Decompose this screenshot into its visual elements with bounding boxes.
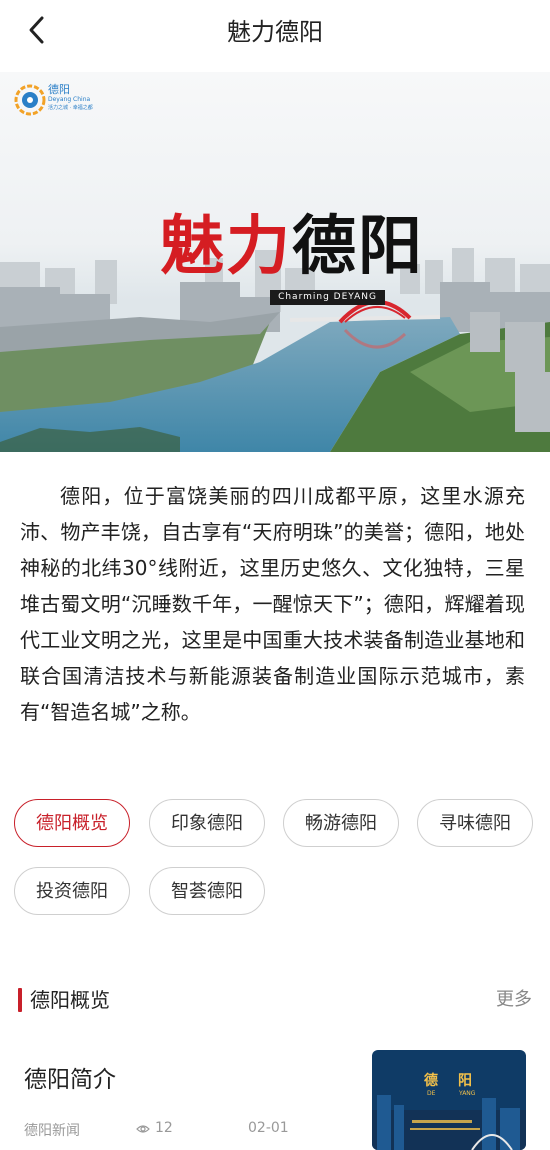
chip-food[interactable]: 寻味德阳 — [417, 799, 533, 847]
hero-banner: 德阳 Deyang China 活力之城 · 幸福之都 魅力德阳 Charmin… — [0, 72, 550, 452]
brand-subtitle: Charming DEYANG — [270, 290, 385, 305]
article-source: 德阳新闻 — [24, 1123, 80, 1139]
chip-talent[interactable]: 智荟德阳 — [149, 867, 265, 915]
article-card[interactable]: 德阳简介 德阳新闻 12 02-01 德 阳 DE YANG — [0, 1040, 550, 1150]
article-thumbnail: 德 阳 DE YANG — [372, 1050, 526, 1150]
brand-title-part1: 魅力 — [160, 209, 292, 284]
top-bar: 魅力德阳 — [0, 0, 550, 60]
brand-title-part2: 德阳 — [292, 209, 424, 284]
section-accent-bar — [18, 988, 22, 1012]
intro-paragraph: 德阳，位于富饶美丽的四川成都平原，这里水源充沛、物产丰饶，自古享有“天府明珠”的… — [20, 484, 525, 724]
article-title: 德阳简介 — [24, 1067, 116, 1093]
page-title: 魅力德阳 — [227, 18, 323, 46]
chip-overview[interactable]: 德阳概览 — [14, 799, 130, 847]
thumbnail-char-1: 德 — [424, 1073, 438, 1089]
logo-sub: Deyang China — [48, 96, 91, 103]
brand-title: 魅力德阳 — [160, 202, 424, 292]
thumbnail-en-1: DE — [427, 1090, 436, 1097]
chip-invest[interactable]: 投资德阳 — [14, 867, 130, 915]
logo-name: 德阳 — [48, 83, 70, 96]
article-views: 12 — [155, 1120, 173, 1136]
thumbnail-char-2: 阳 — [458, 1073, 472, 1089]
chip-tour[interactable]: 畅游德阳 — [283, 799, 399, 847]
thumbnail-en-2: YANG — [459, 1090, 476, 1097]
section-header: 德阳概览 更多 — [0, 985, 550, 1015]
section-title: 德阳概览 — [30, 988, 110, 1012]
chip-impression[interactable]: 印象德阳 — [149, 799, 265, 847]
eye-icon — [136, 1125, 150, 1133]
logo-tagline: 活力之城 · 幸福之都 — [48, 105, 93, 111]
article-date: 02-01 — [248, 1120, 289, 1136]
more-link[interactable]: 更多 — [496, 985, 532, 1015]
